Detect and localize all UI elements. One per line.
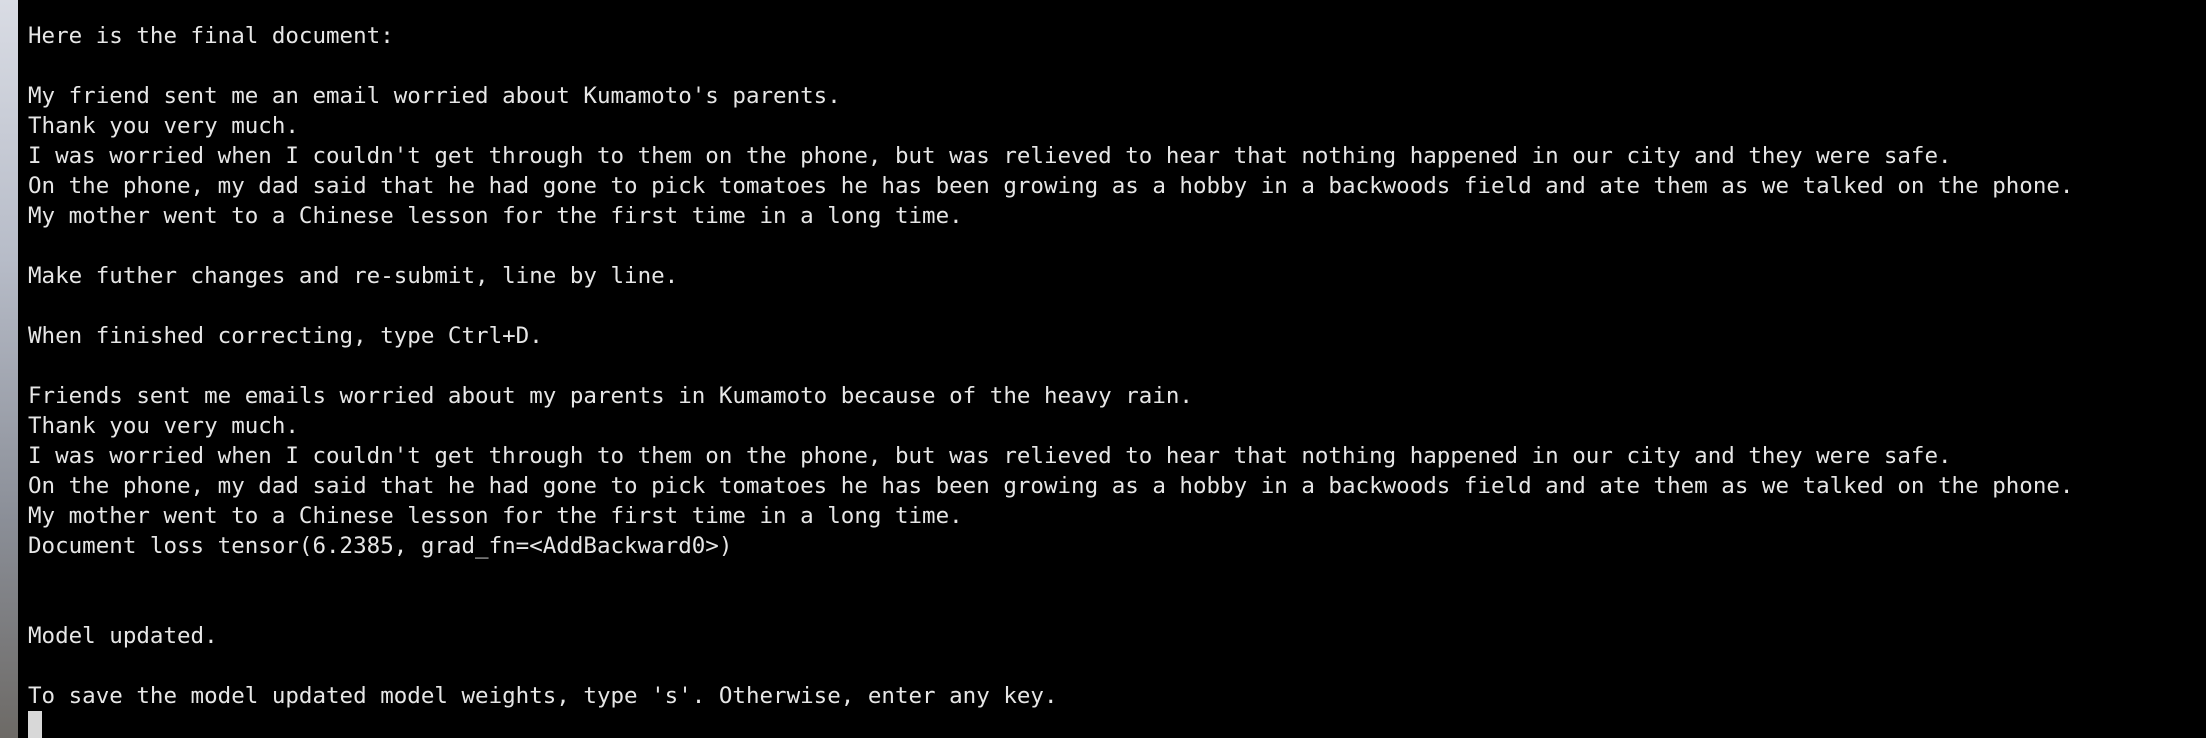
terminal-window[interactable]: Here is the final document: My friend se… xyxy=(18,0,2206,738)
desktop-wallpaper-strip xyxy=(0,0,18,738)
terminal-line: Thank you very much. xyxy=(28,413,299,439)
terminal-line: Thank you very much. xyxy=(28,113,299,139)
terminal-line: My friend sent me an email worried about… xyxy=(28,83,841,109)
terminal-line: Here is the final document: xyxy=(28,23,394,49)
terminal-line: Model updated. xyxy=(28,623,218,649)
terminal-line: Friends sent me emails worried about my … xyxy=(28,383,1193,409)
terminal-line: I was worried when I couldn't get throug… xyxy=(28,143,1952,169)
terminal-line: My mother went to a Chinese lesson for t… xyxy=(28,203,963,229)
terminal-line: I was worried when I couldn't get throug… xyxy=(28,443,1952,469)
terminal-line: On the phone, my dad said that he had go… xyxy=(28,473,2074,499)
terminal-cursor[interactable] xyxy=(28,711,42,738)
terminal-line: When finished correcting, type Ctrl+D. xyxy=(28,323,543,349)
terminal-line: My mother went to a Chinese lesson for t… xyxy=(28,503,963,529)
terminal-line: Document loss tensor(6.2385, grad_fn=<Ad… xyxy=(28,533,733,559)
screen: Here is the final document: My friend se… xyxy=(0,0,2206,738)
terminal-line: Make futher changes and re-submit, line … xyxy=(28,263,679,289)
terminal-line: To save the model updated model weights,… xyxy=(28,683,1058,709)
terminal-line: On the phone, my dad said that he had go… xyxy=(28,173,2074,199)
